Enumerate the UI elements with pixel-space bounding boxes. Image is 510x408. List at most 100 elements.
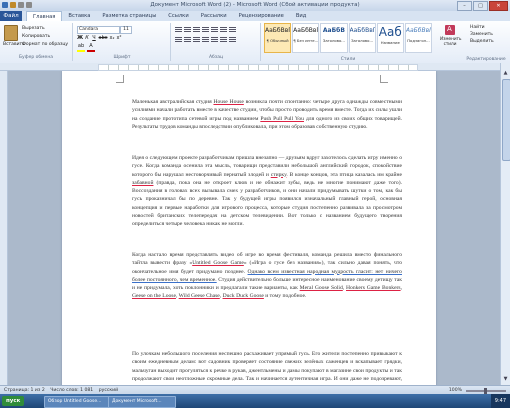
underlined-text: Wild Geese Chase (178, 293, 220, 300)
style-sample: АаБбВвГг (265, 27, 290, 34)
vertical-scrollbar[interactable]: ▲ ▼ (500, 63, 510, 385)
underlined-text: Untitled Goose Game (192, 260, 244, 267)
vertical-ruler[interactable] (0, 71, 8, 385)
italic-button[interactable]: К (84, 35, 90, 41)
style-subtitle[interactable]: АаБбВвГ Подзагол... (404, 23, 433, 53)
style-name: Заголово... (322, 38, 345, 43)
replace-button[interactable]: Заменить (470, 31, 494, 38)
style-sample: АаБбВвГ (405, 27, 433, 34)
cut-button[interactable]: Вырезать (22, 26, 45, 31)
margin-mark (380, 75, 388, 83)
align-right-icon[interactable] (193, 37, 200, 43)
justify-icon[interactable] (202, 37, 209, 43)
ribbon: Вставить Вырезать Копировать Формат по о… (0, 21, 510, 64)
paragraph-group-label: Абзац (208, 55, 224, 60)
font-color-icon[interactable]: A (87, 44, 95, 52)
taskbar: пуск Обзор Untitled Goose... Документ Mi… (0, 394, 510, 408)
editing-group: Найти Заменить Выделить (470, 24, 494, 45)
style-heading-1[interactable]: АаБбВ Заголово... (320, 23, 348, 53)
maximize-button[interactable]: □ (473, 1, 488, 11)
page-count[interactable]: Страница: 1 из 2 (4, 388, 45, 393)
styles-group-label: Стили (340, 57, 356, 62)
minimize-button[interactable]: – (457, 1, 472, 11)
text-run: , (400, 285, 402, 292)
taskbar-item-word[interactable]: Документ Microsoft... (108, 396, 176, 408)
word-count[interactable]: Число слов: 1 081 (50, 388, 93, 393)
bold-button[interactable]: Ж (77, 35, 83, 41)
sort-icon[interactable] (220, 27, 227, 33)
increase-indent-icon[interactable] (211, 27, 218, 33)
text-run: По улочкам небольшого поселения неспешно… (132, 351, 402, 385)
list-buttons (175, 27, 236, 33)
multilevel-list-icon[interactable] (193, 27, 200, 33)
copy-button[interactable]: Копировать (22, 34, 50, 39)
tab-insert[interactable]: Вставка (62, 11, 96, 21)
editing-group-label: Редактирование (466, 57, 506, 62)
paragraph-group: Абзац (172, 23, 261, 61)
text-run: Маленькая австралийская студия (132, 99, 214, 105)
close-button[interactable]: ✕ (489, 1, 508, 11)
horizontal-ruler[interactable] (0, 63, 510, 71)
paste-button[interactable]: Вставить (3, 25, 25, 49)
style-title[interactable]: Ааб Название (376, 23, 404, 53)
style-sample: АаБбВвГг (293, 27, 318, 34)
tab-home[interactable]: Главная (26, 11, 63, 21)
tab-references[interactable]: Ссылки (162, 11, 194, 21)
align-left-icon[interactable] (175, 37, 182, 43)
superscript-button[interactable]: x² (116, 35, 122, 41)
highlight-color-icon[interactable]: ab (77, 44, 85, 52)
show-marks-icon[interactable] (229, 27, 236, 33)
style-name: Название (380, 40, 400, 45)
find-button[interactable]: Найти (470, 24, 494, 31)
paragraph-3: Когда настало время представлять видео о… (132, 251, 402, 301)
font-name-select[interactable]: Candara (77, 26, 120, 34)
clipboard-icon (4, 25, 18, 41)
font-group-label: Шрифт (113, 55, 131, 60)
tab-view[interactable]: Вид (290, 11, 313, 21)
language-indicator[interactable]: русский (99, 388, 118, 393)
scroll-down-icon[interactable]: ▼ (502, 376, 509, 383)
margin-mark (116, 75, 124, 83)
document-canvas: Маленькая австралийская студия House Hou… (8, 71, 500, 385)
format-painter-button[interactable]: Формат по образцу (22, 42, 68, 47)
color-buttons: ab A (77, 44, 95, 52)
ruler-scale (98, 64, 418, 71)
change-styles-button[interactable]: Изменить стили (440, 25, 461, 46)
tab-file[interactable]: Файл (0, 11, 22, 21)
font-size-select[interactable]: 11 (120, 26, 132, 34)
select-button[interactable]: Выделить (470, 38, 494, 45)
bullets-icon[interactable] (175, 27, 182, 33)
decrease-indent-icon[interactable] (202, 27, 209, 33)
subscript-button[interactable]: x₂ (109, 35, 115, 41)
change-styles-icon (445, 25, 455, 35)
clipboard-group: Вставить Вырезать Копировать Формат по о… (0, 23, 73, 61)
style-heading-2[interactable]: АаБбВвГ Заголово... (348, 23, 376, 53)
start-button[interactable]: пуск (2, 396, 25, 406)
style-no-spacing[interactable]: АаБбВвГг ¶ Без инте... (292, 23, 320, 53)
underlined-text: Geese on the Loose (132, 293, 176, 300)
shading-icon[interactable] (220, 37, 227, 43)
underlined-text: Honkers Game Bonkers (346, 285, 401, 292)
font-group: Candara 11 Ж К Ч abc x₂ x² ab A Шрифт (74, 23, 171, 61)
window-controls: – □ ✕ (457, 1, 508, 11)
strikethrough-button[interactable]: abc (98, 35, 108, 41)
paragraph-1: Маленькая австралийская студия House Hou… (132, 98, 402, 131)
style-sample: АаБбВ (322, 27, 345, 34)
zoom-slider[interactable] (466, 387, 506, 394)
scroll-up-icon[interactable]: ▲ (502, 70, 509, 77)
tab-mailings[interactable]: Рассылки (195, 11, 233, 21)
numbering-icon[interactable] (184, 27, 191, 33)
style-normal[interactable]: АаБбВвГг ¶ Обычный (264, 23, 292, 53)
tab-page-layout[interactable]: Разметка страницы (96, 11, 162, 21)
system-clock: 9:47 (490, 394, 510, 408)
underlined-text: Push Pull Pull You (260, 115, 304, 122)
borders-icon[interactable] (229, 37, 236, 43)
paragraph-2: Идея о следующем проекте разработчикам п… (132, 154, 402, 229)
taskbar-item-browser[interactable]: Обзор Untitled Goose... (44, 396, 112, 408)
scroll-thumb[interactable] (502, 79, 510, 161)
align-center-icon[interactable] (184, 37, 191, 43)
tab-review[interactable]: Рецензирование (233, 11, 290, 21)
line-spacing-icon[interactable] (211, 37, 218, 43)
document-page[interactable]: Маленькая австралийская студия House Hou… (62, 71, 436, 385)
underline-button[interactable]: Ч (91, 35, 97, 41)
